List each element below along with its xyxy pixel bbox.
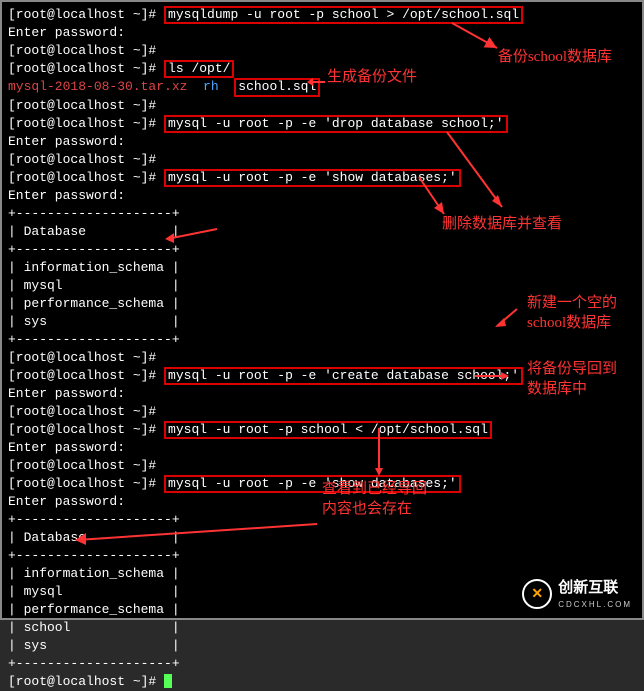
cmd-line: [root@localhost ~]# mysql -u root -p -e … bbox=[8, 367, 636, 385]
output-line: Enter password: bbox=[8, 133, 636, 151]
output-line: Enter password: bbox=[8, 493, 636, 511]
table-row: | performance_schema | bbox=[8, 295, 636, 313]
terminal-window[interactable]: [root@localhost ~]# mysqldump -u root -p… bbox=[2, 2, 642, 618]
table-row: | school | bbox=[8, 619, 636, 637]
dir-rh: rh bbox=[203, 79, 219, 94]
table-sep: +--------------------+ bbox=[8, 205, 636, 223]
cmd-line: [root@localhost ~]# mysql -u root -p -e … bbox=[8, 169, 636, 187]
file-archive: mysql-2018-08-30.tar.xz bbox=[8, 79, 187, 94]
cmd-show2: mysql -u root -p -e 'show databases;' bbox=[164, 475, 461, 493]
prompt-text: [root@localhost ~]# bbox=[8, 7, 156, 22]
cmd-line: [root@localhost ~]# mysql -u root -p sch… bbox=[8, 421, 636, 439]
logo-subtext: CDCXHL.COM bbox=[558, 599, 632, 610]
blank-prompt: [root@localhost ~]# bbox=[8, 97, 636, 115]
file-schoolsql: school.sql bbox=[234, 78, 320, 96]
cmd-mysqldump: mysqldump -u root -p school > /opt/schoo… bbox=[164, 6, 523, 24]
ls-output: mysql-2018-08-30.tar.xz rh school.sql bbox=[8, 78, 636, 96]
output-line: Enter password: bbox=[8, 385, 636, 403]
cmd-line: [root@localhost ~]# mysql -u root -p -e … bbox=[8, 115, 636, 133]
cmd-create: mysql -u root -p -e 'create database sch… bbox=[164, 367, 523, 385]
cursor bbox=[164, 674, 172, 688]
cmd-drop: mysql -u root -p -e 'drop database schoo… bbox=[164, 115, 507, 133]
cmd-ls: ls /opt/ bbox=[164, 60, 234, 78]
blank-prompt: [root@localhost ~]# bbox=[8, 457, 636, 475]
logo-badge-icon: ✕ bbox=[522, 579, 552, 609]
table-sep: +--------------------+ bbox=[8, 511, 636, 529]
watermark-logo: ✕ 创新互联 CDCXHL.COM bbox=[522, 578, 632, 610]
blank-prompt: [root@localhost ~]# bbox=[8, 349, 636, 367]
output-line: Enter password: bbox=[8, 187, 636, 205]
table-header: | Database | bbox=[8, 223, 636, 241]
blank-prompt: [root@localhost ~]# bbox=[8, 151, 636, 169]
table-sep: +--------------------+ bbox=[8, 655, 636, 673]
table-header: | Database | bbox=[8, 529, 636, 547]
cmd-line: [root@localhost ~]# ls /opt/ bbox=[8, 60, 636, 78]
output-line: Enter password: bbox=[8, 24, 636, 42]
blank-prompt: [root@localhost ~]# bbox=[8, 403, 636, 421]
cmd-line: [root@localhost ~]# mysqldump -u root -p… bbox=[8, 6, 636, 24]
output-line: Enter password: bbox=[8, 439, 636, 457]
cmd-show1: mysql -u root -p -e 'show databases;' bbox=[164, 169, 461, 187]
table-sep: +--------------------+ bbox=[8, 331, 636, 349]
table-row: | information_schema | bbox=[8, 259, 636, 277]
cmd-line: [root@localhost ~]# mysql -u root -p -e … bbox=[8, 475, 636, 493]
table-row: | mysql | bbox=[8, 277, 636, 295]
table-sep: +--------------------+ bbox=[8, 547, 636, 565]
table-row: | sys | bbox=[8, 637, 636, 655]
cmd-import: mysql -u root -p school < /opt/school.sq… bbox=[164, 421, 492, 439]
logo-text: 创新互联 bbox=[558, 578, 632, 599]
cursor-line[interactable]: [root@localhost ~]# bbox=[8, 673, 636, 691]
table-sep: +--------------------+ bbox=[8, 241, 636, 259]
blank-prompt: [root@localhost ~]# bbox=[8, 42, 636, 60]
table-row: | sys | bbox=[8, 313, 636, 331]
